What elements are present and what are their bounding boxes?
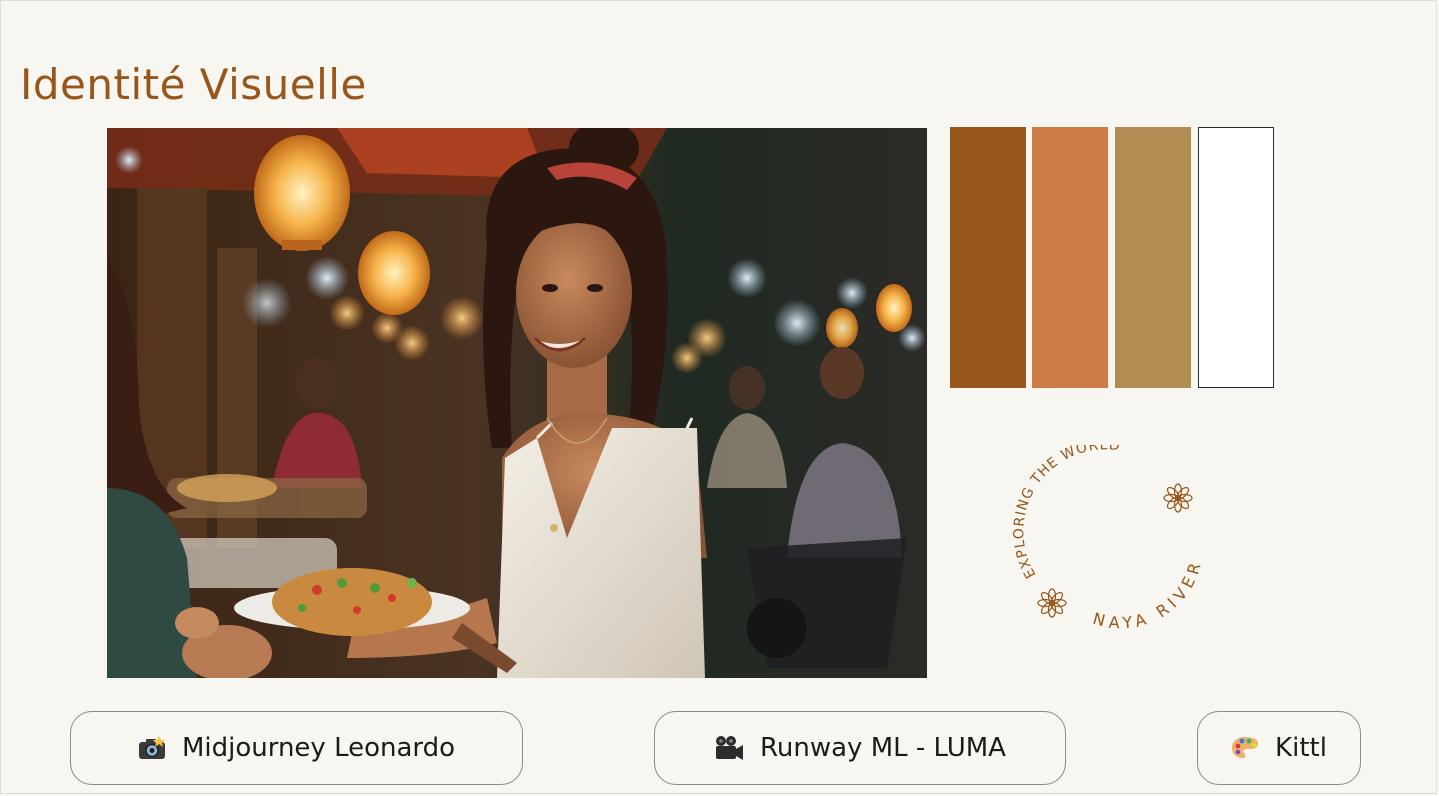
page-title: Identité Visuelle bbox=[20, 60, 367, 109]
flower-icon bbox=[1037, 588, 1067, 618]
runway-luma-button[interactable]: Runway ML - LUMA bbox=[654, 711, 1066, 785]
button-label: Kittl bbox=[1275, 733, 1327, 763]
badge-bottom-text: NAYA RIVER bbox=[1091, 556, 1201, 632]
button-label: Runway ML - LUMA bbox=[760, 733, 1006, 763]
hero-photo bbox=[107, 128, 927, 678]
kittl-button[interactable]: Kittl bbox=[1197, 711, 1361, 785]
svg-text:EXPLORING THE WORLD: EXPLORING THE WORLD bbox=[1011, 445, 1121, 581]
midjourney-leonardo-button[interactable]: Midjourney Leonardo bbox=[70, 711, 523, 785]
brand-badge: EXPLORING THE WORLD NAYA RIVER bbox=[1010, 445, 1220, 655]
badge-top-text: EXPLORING THE WORLD bbox=[1011, 445, 1120, 581]
button-label: Midjourney Leonardo bbox=[181, 733, 456, 763]
camera-flash-icon bbox=[138, 736, 166, 760]
movie-camera-icon bbox=[714, 735, 744, 761]
swatch-terracotta bbox=[1032, 127, 1108, 388]
flower-icon bbox=[1163, 483, 1193, 513]
swatch-white bbox=[1198, 127, 1274, 388]
swatch-ochre bbox=[1115, 127, 1191, 388]
svg-text:NAYA RIVER: NAYA RIVER bbox=[1091, 556, 1206, 632]
swatch-brown bbox=[950, 127, 1026, 388]
artist-palette-icon bbox=[1231, 736, 1259, 760]
